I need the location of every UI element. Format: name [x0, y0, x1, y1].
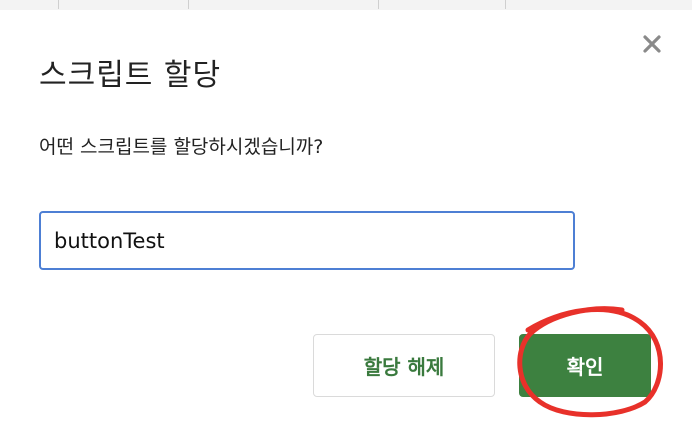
- script-name-field: [39, 211, 575, 270]
- close-icon: [643, 35, 661, 53]
- unassign-button[interactable]: 할당 해제: [313, 334, 495, 397]
- grid-line: [58, 0, 59, 9]
- grid-line: [505, 0, 506, 9]
- script-name-input[interactable]: [41, 213, 573, 268]
- screenshot-stage: 스크립트 할당 어떤 스크립트를 할당하시겠습니까? 할당 해제 확인: [0, 0, 692, 438]
- dialog-prompt: 어떤 스크립트를 할당하시겠습니까?: [39, 136, 324, 158]
- grid-line: [188, 0, 189, 9]
- assign-script-dialog: 스크립트 할당 어떤 스크립트를 할당하시겠습니까? 할당 해제 확인: [0, 10, 692, 438]
- close-button[interactable]: [640, 32, 664, 56]
- dialog-title: 스크립트 할당: [39, 58, 222, 93]
- grid-line: [378, 0, 379, 9]
- ok-button[interactable]: 확인: [519, 334, 651, 397]
